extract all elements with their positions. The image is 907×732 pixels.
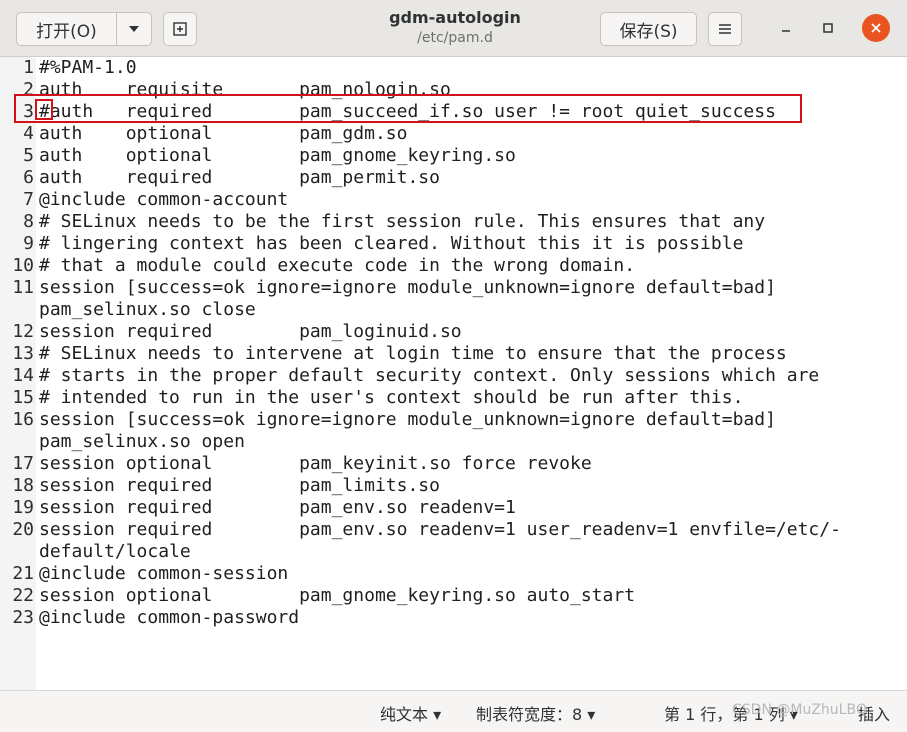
line-text[interactable]: auth required pam_permit.so <box>39 167 440 189</box>
line-text[interactable]: session [success=ok ignore=ignore module… <box>39 409 776 431</box>
line-text[interactable]: auth optional pam_gnome_keyring.so <box>39 145 516 167</box>
comment-char-annotation <box>35 99 53 120</box>
line-text[interactable]: pam_selinux.so close <box>39 299 256 321</box>
editor-line[interactable]: 16 session [success=ok ignore=ignore modu… <box>0 409 907 431</box>
line-number: 10 <box>12 255 34 276</box>
editor-line[interactable]: 13 # SELinux needs to intervene at login … <box>0 343 907 365</box>
line-number: 22 <box>12 585 34 606</box>
line-text[interactable]: @include common-account <box>39 189 288 211</box>
editor-line[interactable]: 6 auth required pam_permit.so <box>0 167 907 189</box>
editor-line[interactable]: 11 session [success=ok ignore=ignore modu… <box>0 277 907 299</box>
syntax-selector[interactable]: 纯文本 ▾ <box>380 701 441 725</box>
watermark: CSDN @MuZhuLBQ <box>732 702 868 718</box>
chevron-down-icon <box>129 26 139 32</box>
line-text[interactable]: auth optional pam_gdm.so <box>39 123 407 145</box>
line-text[interactable]: #%PAM-1.0 <box>39 57 137 79</box>
line-text[interactable]: # SELinux needs to be the first session … <box>39 211 765 233</box>
editor-line[interactable]: 18 session required pam_limits.so <box>0 475 907 497</box>
line-text[interactable]: session required pam_limits.so <box>39 475 440 497</box>
text-editor[interactable]: 1 #%PAM-1.0 2 auth requisite pam_nologin.so… <box>0 57 907 690</box>
line-number: 21 <box>12 563 34 584</box>
window-title: gdm-autologin <box>389 8 521 27</box>
line-text[interactable]: session [success=ok ignore=ignore module… <box>39 277 776 299</box>
minimize-icon <box>782 30 790 32</box>
line-text[interactable]: # lingering context has been cleared. Wi… <box>39 233 743 255</box>
editor-line[interactable]: 7 @include common-account <box>0 189 907 211</box>
line-number: 8 <box>23 211 34 232</box>
line-number: 13 <box>12 343 34 364</box>
editor-line[interactable]: 5 auth optional pam_gnome_keyring.so <box>0 145 907 167</box>
line-text[interactable]: session required pam_env.so readenv=1 us… <box>39 519 841 541</box>
minimize-button[interactable] <box>772 14 800 42</box>
editor-line[interactable]: 8 # SELinux needs to be the first session… <box>0 211 907 233</box>
line-number: 9 <box>23 233 34 254</box>
editor-line[interactable]: pam_selinux.so close <box>0 299 907 321</box>
header-bar: 打开(O) gdm-autologin /etc/pam.d 保存(S) <box>0 0 907 57</box>
open-button[interactable]: 打开(O) <box>16 12 117 46</box>
editor-line[interactable]: 10 # that a module could execute code in … <box>0 255 907 277</box>
line-number: 23 <box>12 607 34 628</box>
line-number: 15 <box>12 387 34 408</box>
editor-line[interactable]: 17 session optional pam_keyinit.so force … <box>0 453 907 475</box>
editor-line[interactable]: pam_selinux.so open <box>0 431 907 453</box>
editor-line[interactable]: 19 session required pam_env.so readenv=1 <box>0 497 907 519</box>
line-number: 5 <box>23 145 34 166</box>
save-button[interactable]: 保存(S) <box>600 12 697 46</box>
title-area: gdm-autologin /etc/pam.d <box>330 8 580 47</box>
tab-width-selector[interactable]: 制表符宽度：8 ▾ <box>476 701 595 725</box>
editor-line[interactable]: 23 @include common-password <box>0 607 907 629</box>
editor-line[interactable]: 22 session optional pam_gnome_keyring.so … <box>0 585 907 607</box>
line-text[interactable]: # SELinux needs to intervene at login ti… <box>39 343 787 365</box>
window-subtitle: /etc/pam.d <box>417 30 493 46</box>
line-text[interactable]: @include common-password <box>39 607 299 629</box>
line-text[interactable]: pam_selinux.so open <box>39 431 245 453</box>
line-number: 17 <box>12 453 34 474</box>
line-number: 12 <box>12 321 34 342</box>
line-text[interactable]: @include common-session <box>39 563 288 585</box>
editor-line[interactable]: 21 @include common-session <box>0 563 907 585</box>
line-number: 7 <box>23 189 34 210</box>
menu-button[interactable] <box>708 12 742 46</box>
line-number: 11 <box>12 277 34 298</box>
line-text[interactable]: default/locale <box>39 541 191 563</box>
hamburger-icon <box>719 24 731 34</box>
line-number: 18 <box>12 475 34 496</box>
line-number: 19 <box>12 497 34 518</box>
new-tab-button[interactable] <box>163 12 197 46</box>
line-number: 16 <box>12 409 34 430</box>
line-text[interactable]: session required pam_env.so readenv=1 <box>39 497 516 519</box>
editor-line[interactable]: 15 # intended to run in the user's contex… <box>0 387 907 409</box>
maximize-button[interactable] <box>814 14 842 42</box>
line-number: 20 <box>12 519 34 540</box>
line-text[interactable]: # starts in the proper default security … <box>39 365 819 387</box>
editor-line[interactable]: 20 session required pam_env.so readenv=1 … <box>0 519 907 541</box>
line-highlight-annotation <box>14 94 802 123</box>
close-button[interactable] <box>862 14 890 42</box>
line-number: 14 <box>12 365 34 386</box>
line-text[interactable]: session required pam_loginuid.so <box>39 321 462 343</box>
new-document-icon <box>173 22 187 36</box>
line-number: 6 <box>23 167 34 188</box>
close-icon <box>871 23 881 33</box>
line-text[interactable]: # intended to run in the user's context … <box>39 387 743 409</box>
text-editor-window: 打开(O) gdm-autologin /etc/pam.d 保存(S) 1 #%… <box>0 0 907 732</box>
editor-line[interactable]: 1 #%PAM-1.0 <box>0 57 907 79</box>
line-number: 4 <box>23 123 34 144</box>
line-text[interactable]: session optional pam_keyinit.so force re… <box>39 453 592 475</box>
editor-line[interactable]: 9 # lingering context has been cleared. W… <box>0 233 907 255</box>
editor-line[interactable]: default/locale <box>0 541 907 563</box>
line-number: 1 <box>23 57 34 78</box>
editor-line[interactable]: 12 session required pam_loginuid.so <box>0 321 907 343</box>
editor-line[interactable]: 4 auth optional pam_gdm.so <box>0 123 907 145</box>
maximize-icon <box>823 23 833 33</box>
open-menu-button[interactable] <box>116 12 152 46</box>
line-text[interactable]: # that a module could execute code in th… <box>39 255 635 277</box>
editor-line[interactable]: 14 # starts in the proper default securit… <box>0 365 907 387</box>
line-text[interactable]: session optional pam_gnome_keyring.so au… <box>39 585 635 607</box>
